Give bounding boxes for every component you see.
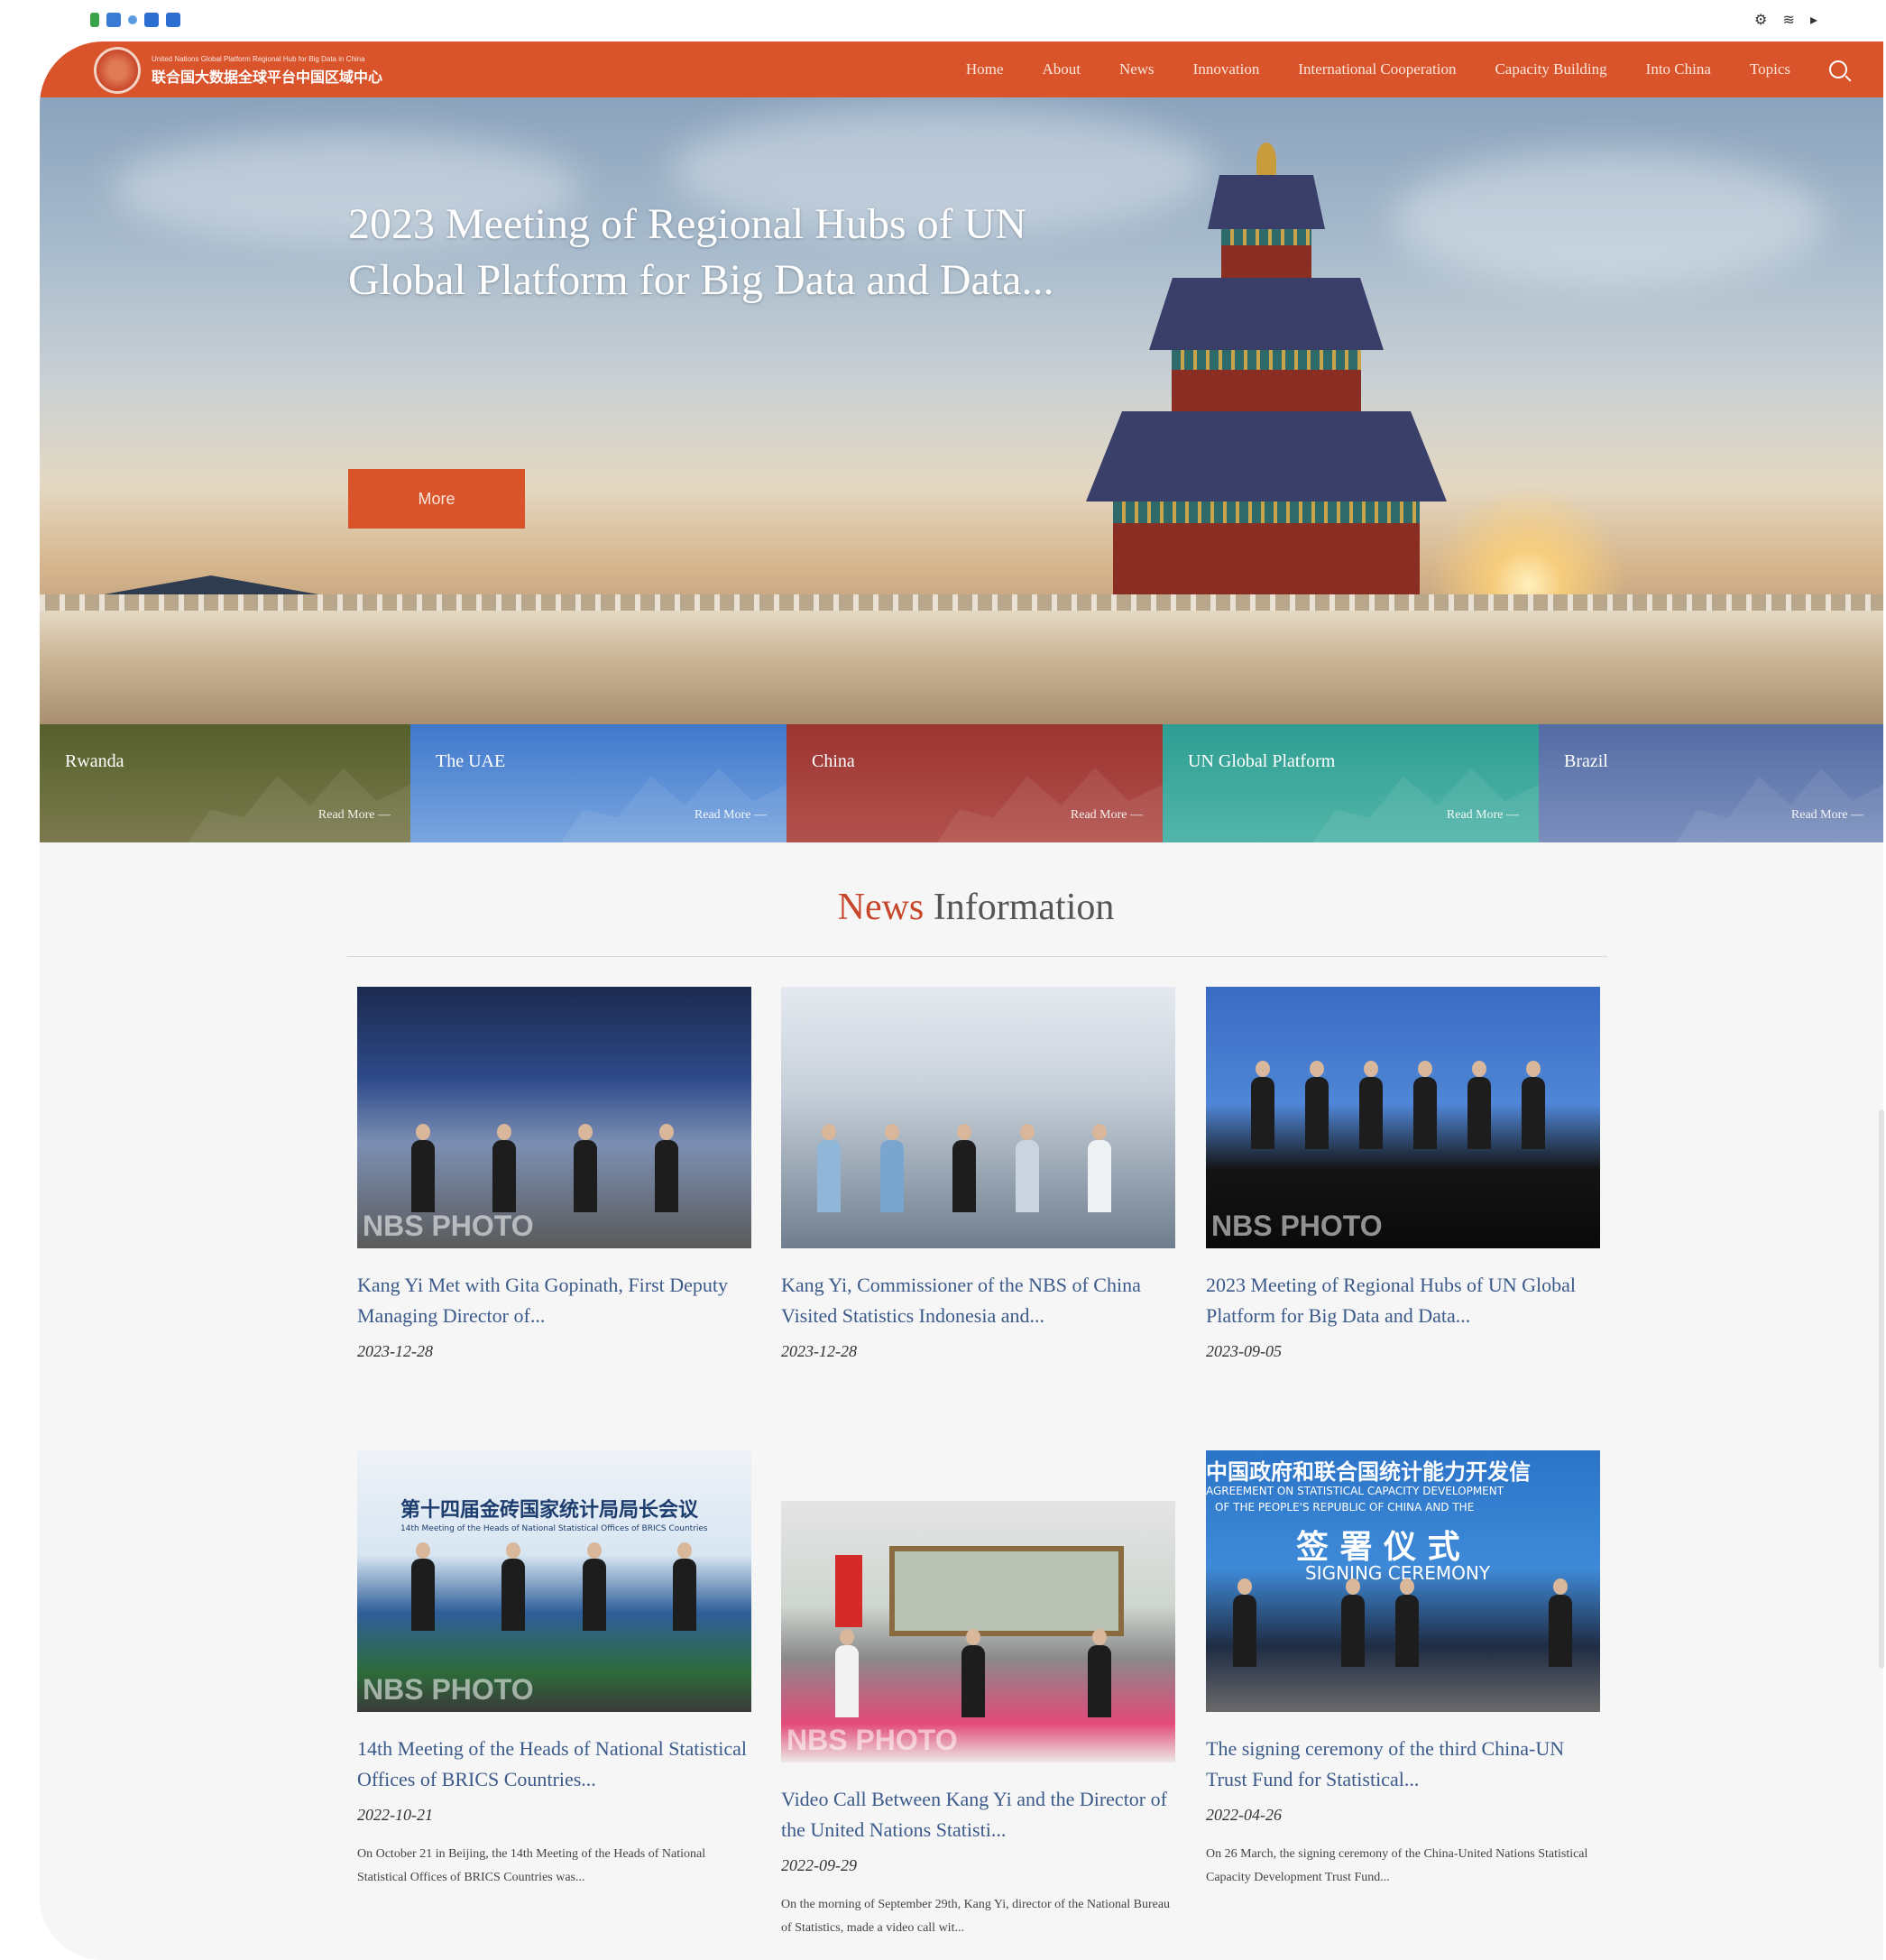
tile-uae[interactable]: The UAE Read More (410, 724, 787, 842)
nav-international-cooperation[interactable]: International Cooperation (1298, 60, 1456, 78)
tile-rwanda[interactable]: Rwanda Read More (40, 724, 410, 842)
news-date: 2023-12-28 (357, 1342, 433, 1360)
news-title[interactable]: Kang Yi, Commissioner of the NBS of Chin… (781, 1270, 1175, 1331)
tile-read-more[interactable]: Read More (1447, 808, 1519, 823)
browser-page: United Nations Global Platform Regional … (40, 41, 1883, 1960)
photo-banner-en: OF THE PEOPLE'S REPUBLIC OF CHINA AND TH… (1215, 1501, 1475, 1514)
news-title[interactable]: Kang Yi Met with Gita Gopinath, First De… (357, 1270, 751, 1331)
hero-more-button[interactable]: More (348, 469, 525, 529)
site-header: United Nations Global Platform Regional … (40, 41, 1883, 97)
hero-title[interactable]: 2023 Meeting of Regional Hubs of UN Glob… (348, 197, 1142, 308)
photo-watermark: NBS PHOTO (363, 1673, 534, 1706)
tile-read-more[interactable]: Read More (318, 808, 391, 823)
nav-topics[interactable]: Topics (1750, 60, 1790, 78)
news-photo[interactable]: 中国政府和联合国统计能力开发信 AGREEMENT ON STATISTICAL… (1206, 1450, 1600, 1712)
news-card[interactable]: NBS PHOTO Kang Yi Met with Gita Gopinath… (357, 987, 751, 1361)
scrollbar[interactable] (1879, 1109, 1884, 1669)
nav-innovation[interactable]: Innovation (1193, 60, 1260, 78)
news-date: 2023-12-28 (781, 1342, 857, 1360)
os-status-bar: ⚙ ≋ ▸ (0, 0, 1886, 40)
photo-banner-en: AGREEMENT ON STATISTICAL CAPACITY DEVELO… (1206, 1485, 1504, 1497)
photo-banner-zh: 第十四届金砖国家统计局局长会议 (400, 1499, 699, 1522)
tile-brazil[interactable]: Brazil Read More (1539, 724, 1883, 842)
news-photo[interactable]: NBS PHOTO (1206, 987, 1600, 1248)
tile-read-more[interactable]: Read More (1071, 808, 1143, 823)
news-photo[interactable]: NBS PHOTO (357, 987, 751, 1248)
photo-watermark: NBS PHOTO (363, 1210, 534, 1242)
nav-news[interactable]: News (1119, 60, 1155, 78)
app-icon (106, 13, 121, 27)
painting-image (889, 1546, 1124, 1636)
tile-name: Rwanda (65, 751, 124, 771)
tile-name: UN Global Platform (1188, 751, 1336, 771)
nav-capacity-building[interactable]: Capacity Building (1495, 60, 1606, 78)
news-summary: On the morning of September 29th, Kang Y… (781, 1898, 1171, 1935)
nav-home[interactable]: Home (966, 60, 1004, 78)
news-card[interactable]: Kang Yi, Commissioner of the NBS of Chin… (781, 987, 1175, 1361)
logo-zh-text: 联合国大数据全球平台中国区域中心 (152, 68, 383, 86)
skyline-decoration (560, 768, 787, 842)
tile-name: China (812, 751, 855, 771)
site-logo[interactable]: United Nations Global Platform Regional … (94, 47, 382, 94)
marble-terrace-image (40, 594, 1883, 724)
photo-banner-zh: 中国政府和联合国统计能力开发信 (1206, 1459, 1531, 1485)
news-photo[interactable]: NBS PHOTO (781, 1501, 1175, 1762)
news-date: 2022-04-26 (1206, 1806, 1282, 1824)
news-date: 2022-09-29 (781, 1856, 857, 1874)
tile-un-global-platform[interactable]: UN Global Platform Read More (1163, 724, 1539, 842)
news-photo[interactable]: 第十四届金砖国家统计局局长会议 14th Meeting of the Head… (357, 1450, 751, 1712)
logo-en-text: United Nations Global Platform Regional … (152, 54, 365, 63)
tile-name: The UAE (436, 751, 506, 771)
news-summary: On 26 March, the signing ceremony of the… (1206, 1847, 1588, 1884)
photo-watermark: NBS PHOTO (787, 1724, 958, 1756)
skyline-decoration (1676, 768, 1883, 842)
os-tray-icons (90, 13, 180, 27)
hero-banner: 2023 Meeting of Regional Hubs of UN Glob… (40, 97, 1883, 724)
skyline-decoration (936, 768, 1163, 842)
photo-banner-en: 14th Meeting of the Heads of National St… (400, 1524, 708, 1533)
news-title[interactable]: The signing ceremony of the third China-… (1206, 1734, 1600, 1795)
news-card[interactable]: 第十四届金砖国家统计局局长会议 14th Meeting of the Head… (357, 1450, 751, 1890)
tile-read-more[interactable]: Read More (695, 808, 767, 823)
news-photo[interactable] (781, 987, 1175, 1248)
tile-china[interactable]: China Read More (787, 724, 1163, 842)
skyline-decoration (1312, 768, 1539, 842)
tile-read-more[interactable]: Read More (1791, 808, 1863, 823)
tile-name: Brazil (1564, 751, 1608, 771)
skyline-decoration (188, 768, 410, 842)
news-date: 2022-10-21 (357, 1806, 433, 1824)
nav-about[interactable]: About (1042, 60, 1081, 78)
section-heading-news: News Information (40, 886, 1883, 929)
app-icon (166, 13, 180, 27)
news-card[interactable]: NBS PHOTO Video Call Between Kang Yi and… (781, 1501, 1175, 1940)
news-title[interactable]: 2023 Meeting of Regional Hubs of UN Glob… (1206, 1270, 1600, 1331)
photo-banner-en: SIGNING CEREMONY (1305, 1562, 1491, 1584)
os-system-icons: ⚙ ≋ ▸ (1754, 11, 1823, 28)
country-tiles: Rwanda Read More The UAE Read More China… (40, 724, 1883, 842)
news-card[interactable]: 中国政府和联合国统计能力开发信 AGREEMENT ON STATISTICAL… (1206, 1450, 1600, 1890)
news-card[interactable]: NBS PHOTO 2023 Meeting of Regional Hubs … (1206, 987, 1600, 1361)
news-summary: On October 21 in Beijing, the 14th Meeti… (357, 1847, 706, 1884)
news-title[interactable]: 14th Meeting of the Heads of National St… (357, 1734, 751, 1795)
news-title[interactable]: Video Call Between Kang Yi and the Direc… (781, 1784, 1175, 1845)
news-date: 2023-09-05 (1206, 1342, 1282, 1360)
heading-rest: Information (924, 887, 1115, 928)
app-icon (128, 15, 137, 24)
search-icon[interactable] (1829, 60, 1847, 78)
nav-into-china[interactable]: Into China (1646, 60, 1711, 78)
photo-banner-zh: 签 署 仪 式 (1296, 1529, 1460, 1566)
signal-icon (90, 13, 99, 27)
photo-watermark: NBS PHOTO (1211, 1210, 1383, 1242)
china-flag-image (835, 1555, 862, 1627)
app-icon (144, 13, 159, 27)
emblem-icon (94, 47, 141, 94)
heading-highlight: News (837, 887, 925, 928)
main-nav: Home About News Innovation International… (966, 41, 1847, 97)
section-divider (347, 956, 1607, 957)
